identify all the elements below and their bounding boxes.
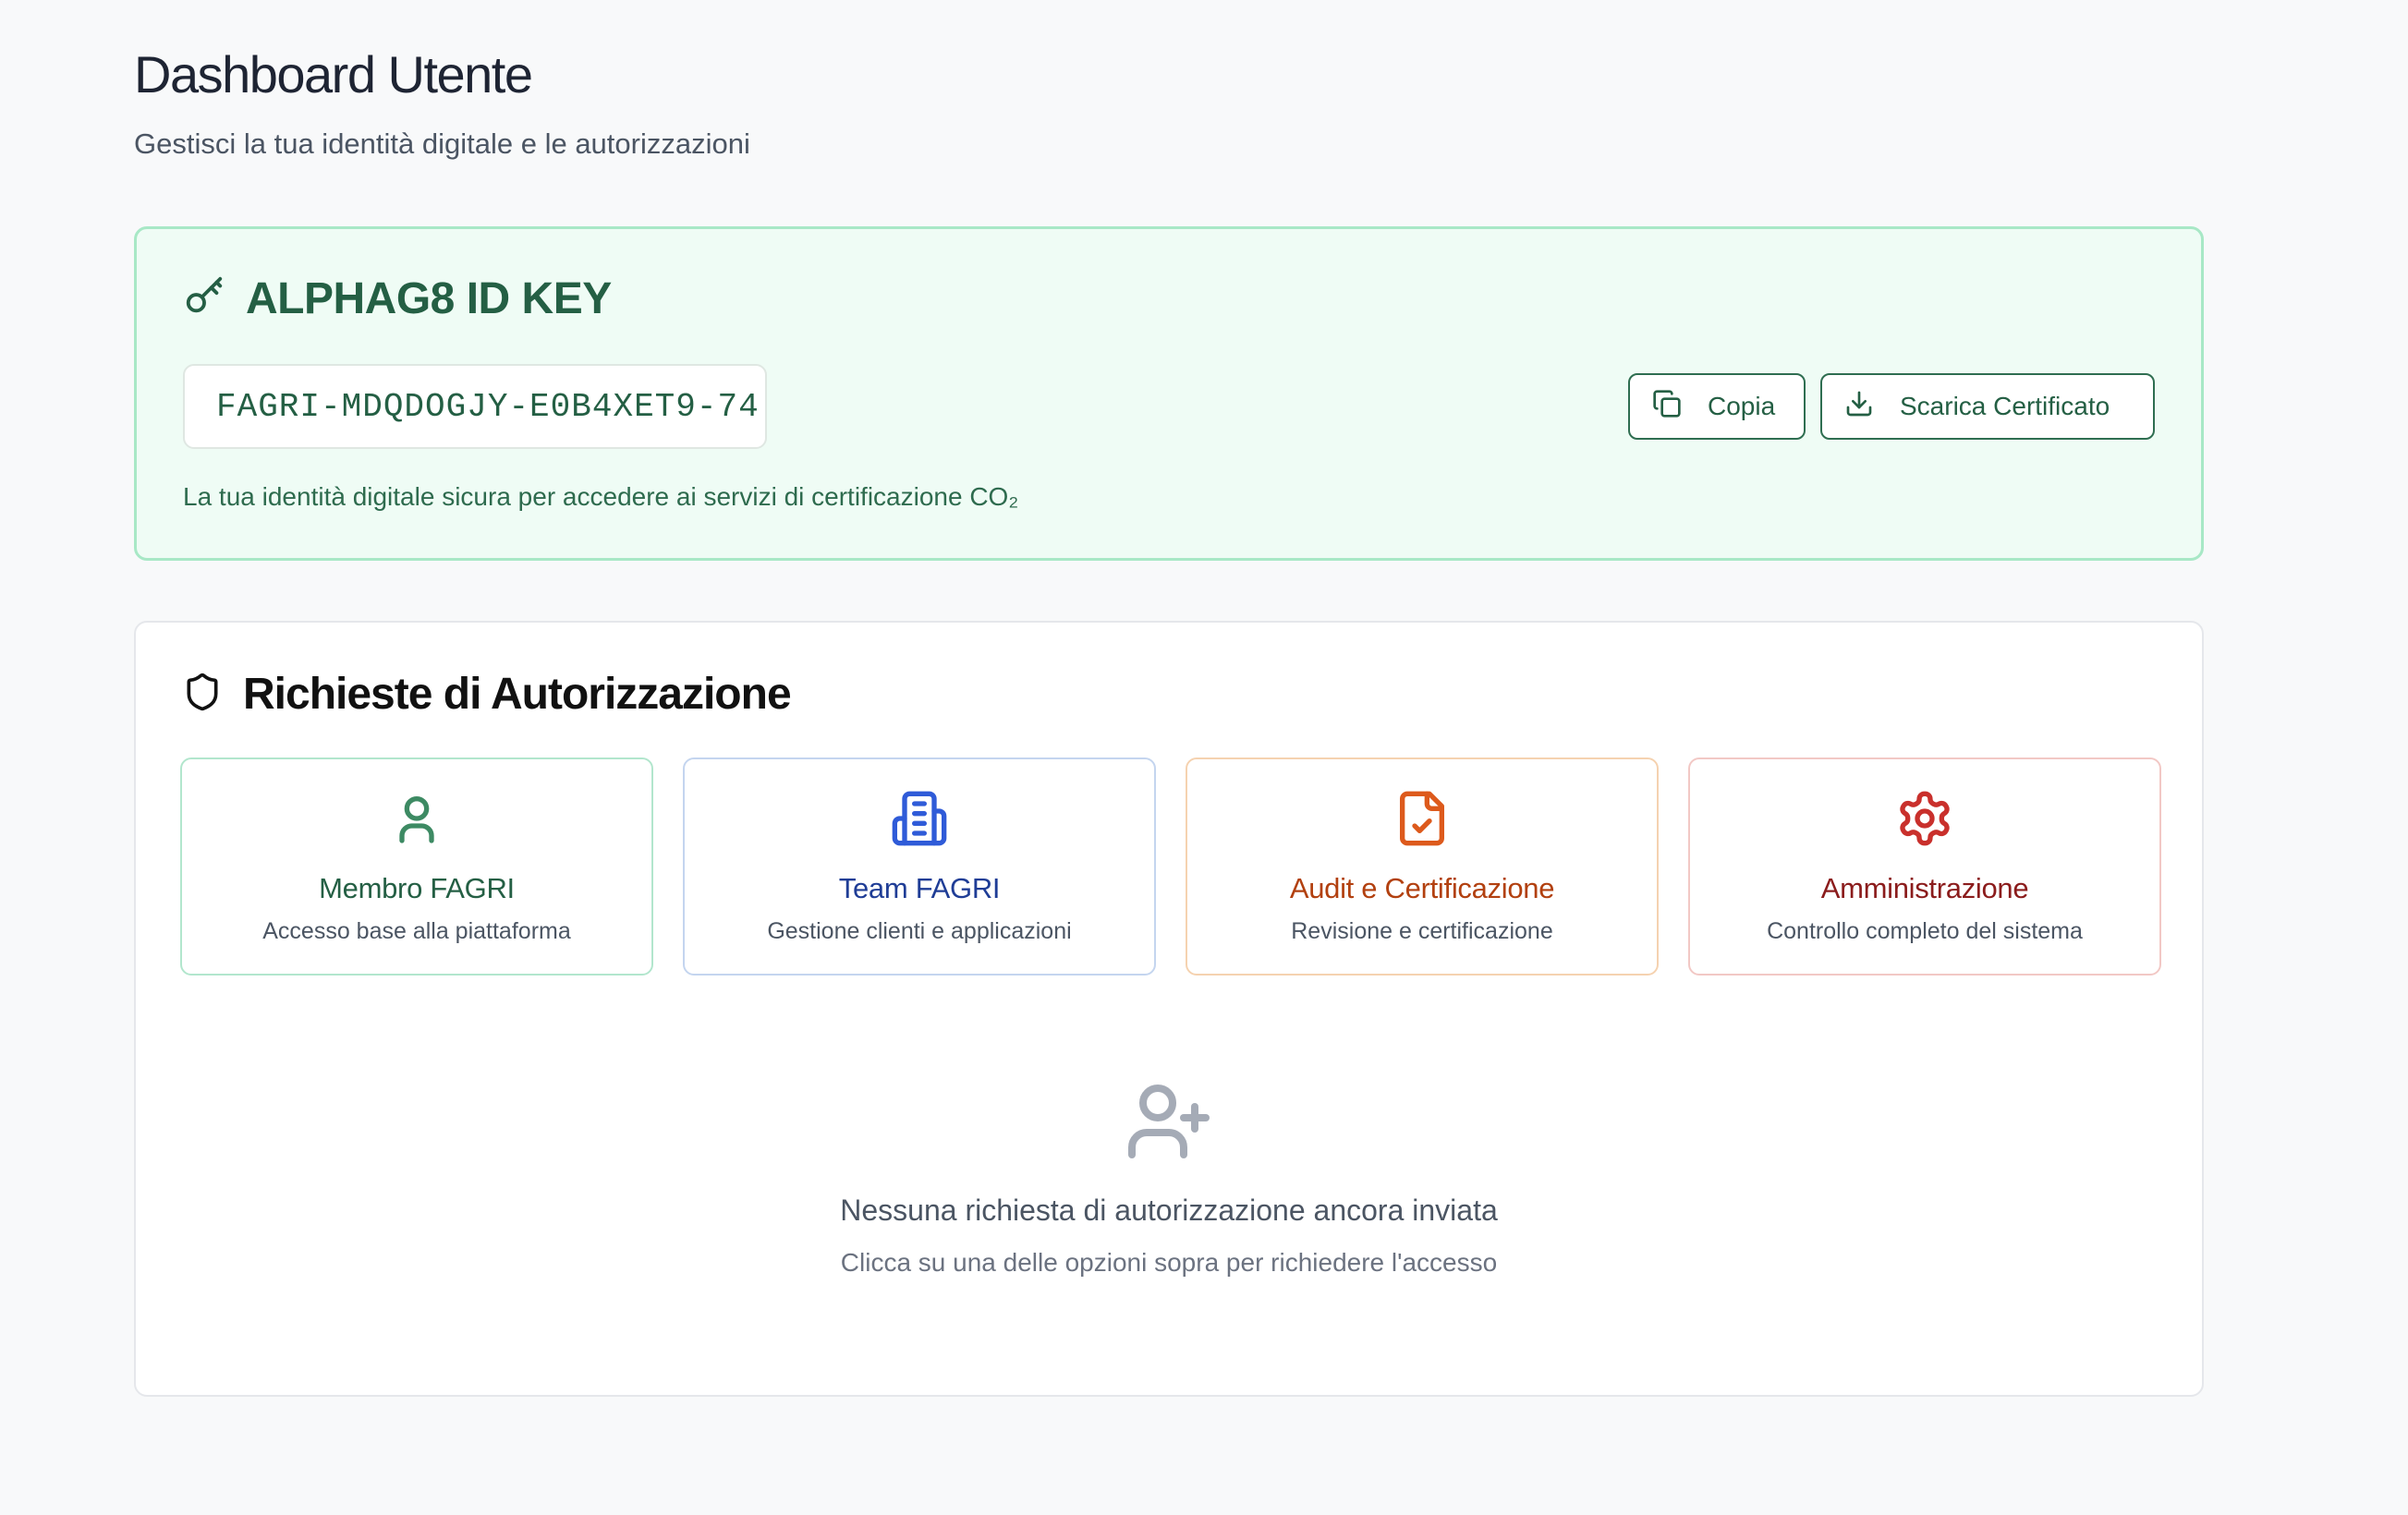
option-audit-certificazione[interactable]: Audit e Certificazione Revisione e certi… [1186, 758, 1659, 976]
id-key-header: ALPHAG8 ID KEY [183, 273, 612, 324]
id-key-value[interactable]: FAGRI-MDQDOGJY-E0B4XET9-74 [216, 388, 760, 426]
page-title: Dashboard Utente [134, 45, 533, 103]
option-label: Team FAGRI [838, 872, 1001, 904]
option-description: Revisione e certificazione [1291, 918, 1553, 944]
option-label: Amministrazione [1820, 872, 2029, 904]
empty-state: Nessuna richiesta di autorizzazione anco… [136, 1077, 2202, 1278]
download-certificate-button[interactable]: Scarica Certificato [1820, 373, 2155, 440]
building-icon [890, 789, 949, 848]
key-icon [183, 275, 225, 322]
option-team-fagri[interactable]: Team FAGRI Gestione clienti e applicazio… [683, 758, 1156, 976]
empty-state-title: Nessuna richiesta di autorizzazione anco… [840, 1194, 1498, 1227]
copy-button-label: Copia [1708, 392, 1776, 420]
download-icon [1844, 389, 1874, 425]
id-key-field[interactable]: FAGRI-MDQDOGJY-E0B4XET9-74 [183, 364, 767, 449]
option-label: Audit e Certificazione [1289, 872, 1555, 904]
user-icon [387, 789, 446, 848]
shield-icon [182, 672, 223, 717]
authorization-title: Richieste di Autorizzazione [243, 670, 792, 719]
copy-button[interactable]: Copia [1628, 373, 1806, 440]
authorization-options: Membro FAGRI Accesso base alla piattafor… [180, 758, 2161, 976]
user-plus-icon [1125, 1077, 1213, 1166]
id-key-title: ALPHAG8 ID KEY [246, 274, 612, 323]
option-label: Membro FAGRI [319, 872, 515, 904]
copy-icon [1652, 389, 1682, 425]
id-key-actions: Copia Scarica Certificato [1628, 373, 2155, 440]
id-key-card: ALPHAG8 ID KEY FAGRI-MDQDOGJY-E0B4XET9-7… [134, 226, 2204, 561]
authorization-header: Richieste di Autorizzazione [182, 669, 792, 720]
option-description: Accesso base alla piattaforma [262, 918, 571, 944]
option-amministrazione[interactable]: Amministrazione Controllo completo del s… [1688, 758, 2161, 976]
file-check-icon [1393, 789, 1452, 848]
authorization-card: Richieste di Autorizzazione Membro FAGRI… [134, 621, 2204, 1397]
option-description: Controllo completo del sistema [1767, 918, 2083, 944]
option-membro-fagri[interactable]: Membro FAGRI Accesso base alla piattafor… [180, 758, 653, 976]
page-subtitle: Gestisci la tua identità digitale e le a… [134, 127, 750, 160]
gear-icon [1895, 789, 1954, 848]
download-certificate-label: Scarica Certificato [1900, 392, 2110, 420]
id-key-description: La tua identità digitale sicura per acce… [183, 482, 1019, 511]
option-description: Gestione clienti e applicazioni [767, 918, 1072, 944]
empty-state-hint: Clicca su una delle opzioni sopra per ri… [840, 1248, 1498, 1277]
